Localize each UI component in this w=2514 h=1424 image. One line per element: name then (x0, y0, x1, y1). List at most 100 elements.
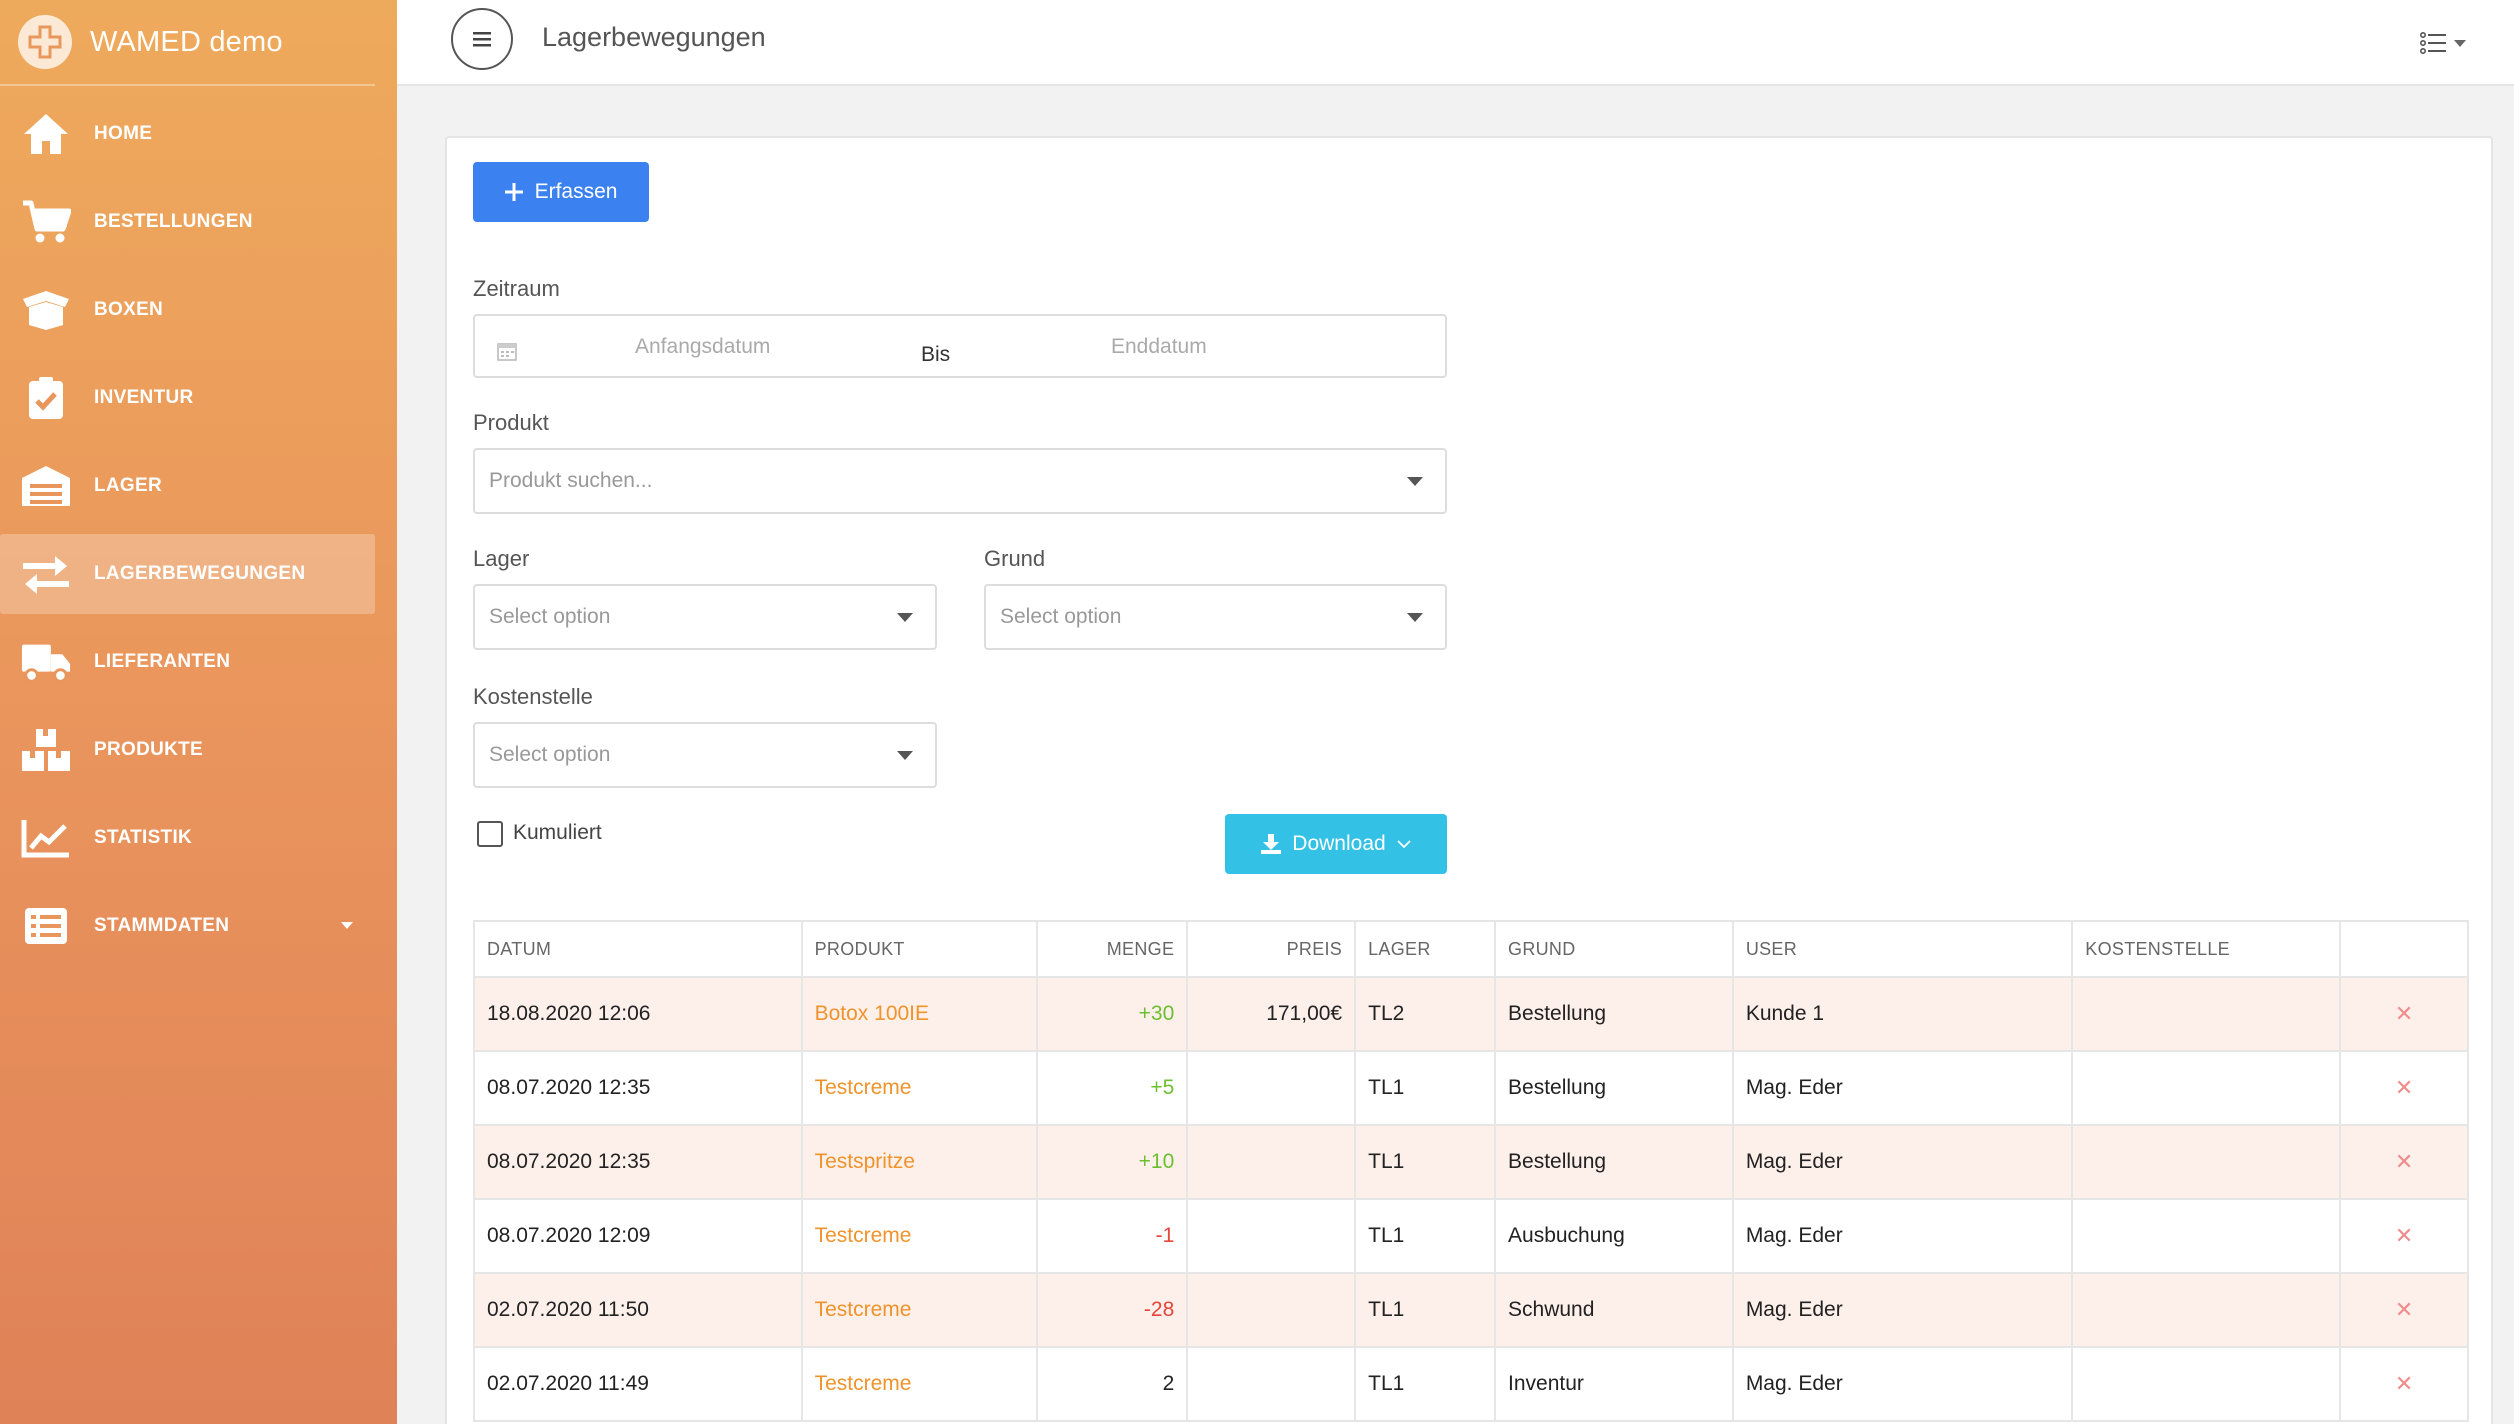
kumuliert-checkbox[interactable] (477, 821, 503, 847)
sidebar-item-lagerbewegungen[interactable]: LAGERBEWEGUNGEN (0, 534, 375, 614)
delete-row-icon[interactable]: ✕ (2339, 1124, 2469, 1200)
column-header[interactable]: USER (1731, 920, 2074, 978)
sidebar-item-statistik[interactable]: STATISTIK (0, 798, 375, 878)
exchange-arrows-icon (20, 548, 72, 600)
cell-kostenstelle (2071, 1198, 2342, 1274)
cell-kostenstelle (2071, 1346, 2342, 1422)
cell-grund: Bestellung (1494, 1050, 1734, 1126)
lager-placeholder: Select option (489, 605, 611, 628)
table-header-row: DATUM PRODUKT MENGE PREIS LAGER GRUND US… (473, 920, 2469, 978)
sidebar-item-inventur[interactable]: INVENTUR (0, 358, 375, 438)
cell-preis (1186, 1124, 1357, 1200)
chevron-down-icon (897, 613, 913, 622)
cell-produkt-link[interactable]: Testcreme (800, 1272, 1039, 1348)
date-separator: Bis (921, 343, 951, 366)
sidebar-item-label: STATISTIK (94, 827, 193, 848)
list-icon (20, 900, 72, 952)
delete-row-icon[interactable]: ✕ (2339, 1050, 2469, 1126)
cell-produkt-link[interactable]: Testcreme (800, 1050, 1039, 1126)
view-options-button[interactable] (2420, 32, 2466, 54)
movements-table: DATUM PRODUKT MENGE PREIS LAGER GRUND US… (473, 920, 2469, 1422)
end-date-field[interactable]: Enddatum (1111, 335, 1207, 359)
cell-datum: 02.07.2020 11:50 (473, 1272, 803, 1348)
column-header[interactable]: KOSTENSTELLE (2071, 920, 2342, 978)
cell-grund: Schwund (1494, 1272, 1734, 1348)
cart-icon (20, 196, 72, 248)
delete-row-icon[interactable]: ✕ (2339, 976, 2469, 1052)
column-header[interactable]: PRODUKT (800, 920, 1039, 978)
sidebar-item-lager[interactable]: LAGER (0, 446, 375, 526)
sidebar-item-label: LAGER (94, 475, 162, 496)
table-row[interactable]: 02.07.2020 11:50 Testcreme -28 TL1 Schwund Ma… (473, 1272, 2469, 1348)
start-date-field[interactable]: Anfangsdatum (635, 335, 770, 359)
cell-user: Mag. Eder (1731, 1050, 2074, 1126)
grund-select[interactable]: Select option (984, 584, 1447, 650)
cell-preis (1186, 1272, 1357, 1348)
sidebar-item-produkte[interactable]: PRODUKTE (0, 710, 375, 790)
column-header[interactable]: MENGE (1036, 920, 1189, 978)
chevron-down-icon (897, 751, 913, 760)
kostenstelle-placeholder: Select option (489, 743, 611, 766)
cell-kostenstelle (2071, 976, 2342, 1052)
table-row[interactable]: 08.07.2020 12:35 Testspritze +10 TL1 Bestell… (473, 1124, 2469, 1200)
produkt-select[interactable]: Produkt suchen... (473, 448, 1447, 514)
column-header[interactable]: DATUM (473, 920, 803, 978)
chevron-down-icon (2454, 39, 2466, 47)
zeitraum-label: Zeitraum (473, 276, 560, 301)
date-range-input[interactable]: Anfangsdatum Bis Enddatum (473, 314, 1447, 378)
calendar-icon (497, 341, 517, 367)
menu-toggle-button[interactable] (451, 8, 513, 70)
grund-placeholder: Select option (1000, 605, 1122, 628)
table-row[interactable]: 18.08.2020 12:06 Botox 100IE +30 171,00€ TL2… (473, 976, 2469, 1052)
sidebar-item-label: STAMMDATEN (94, 915, 230, 936)
cell-user: Kunde 1 (1731, 976, 2074, 1052)
cell-preis (1186, 1050, 1357, 1126)
chevron-down-icon (1407, 477, 1423, 486)
table-row[interactable]: 08.07.2020 12:09 Testcreme -1 TL1 Ausbuchung… (473, 1198, 2469, 1274)
cell-user: Mag. Eder (1731, 1198, 2074, 1274)
sidebar-item-stammdaten[interactable]: STAMMDATEN (0, 886, 375, 966)
warehouse-icon (20, 460, 72, 512)
cell-menge: -28 (1036, 1272, 1189, 1348)
main-card: Erfassen Zeitraum Anfangsdatum Bis Endda… (445, 136, 2493, 1424)
cell-produkt-link[interactable]: Testcreme (800, 1346, 1039, 1422)
sidebar-item-boxen[interactable]: BOXEN (0, 270, 375, 350)
download-icon (1261, 834, 1282, 854)
cell-preis (1186, 1346, 1357, 1422)
brand[interactable]: WAMED demo (0, 0, 375, 86)
sidebar-item-home[interactable]: HOME (0, 94, 375, 174)
table-row[interactable]: 08.07.2020 12:35 Testcreme +5 TL1 Bestellung… (473, 1050, 2469, 1126)
sidebar-item-label: BOXEN (94, 299, 164, 320)
topbar: Lagerbewegungen (397, 0, 2514, 86)
cell-lager: TL1 (1354, 1272, 1497, 1348)
clipboard-check-icon (20, 372, 72, 424)
delete-row-icon[interactable]: ✕ (2339, 1272, 2469, 1348)
cell-produkt-link[interactable]: Testspritze (800, 1124, 1039, 1200)
column-header[interactable]: GRUND (1494, 920, 1734, 978)
column-header[interactable]: PREIS (1186, 920, 1357, 978)
create-button[interactable]: Erfassen (473, 162, 649, 222)
chevron-down-icon (1407, 613, 1423, 622)
boxes-icon (20, 724, 72, 776)
cell-lager: TL1 (1354, 1346, 1497, 1422)
cell-datum: 08.07.2020 12:35 (473, 1124, 803, 1200)
hamburger-icon (473, 32, 491, 47)
sidebar-item-lieferanten[interactable]: LIEFERANTEN (0, 622, 375, 702)
cell-preis (1186, 1198, 1357, 1274)
table-row[interactable]: 02.07.2020 11:49 Testcreme 2 TL1 Inventur Mag… (473, 1346, 2469, 1422)
cell-datum: 08.07.2020 12:35 (473, 1050, 803, 1126)
delete-row-icon[interactable]: ✕ (2339, 1346, 2469, 1422)
lager-select[interactable]: Select option (473, 584, 937, 650)
sidebar-item-bestellungen[interactable]: BESTELLUNGEN (0, 182, 375, 262)
kostenstelle-select[interactable]: Select option (473, 722, 937, 788)
column-header[interactable]: LAGER (1354, 920, 1497, 978)
sidebar: WAMED demo HOME BESTELLUNGEN BOXEN INVEN… (0, 0, 397, 1424)
cell-produkt-link[interactable]: Testcreme (800, 1198, 1039, 1274)
delete-row-icon[interactable]: ✕ (2339, 1198, 2469, 1274)
cell-produkt-link[interactable]: Botox 100IE (800, 976, 1039, 1052)
app-title: WAMED demo (90, 25, 283, 58)
grund-label: Grund (984, 546, 1046, 571)
cell-user: Mag. Eder (1731, 1124, 2074, 1200)
table-body: 18.08.2020 12:06 Botox 100IE +30 171,00€ TL2… (473, 976, 2469, 1422)
download-button[interactable]: Download (1225, 814, 1447, 874)
